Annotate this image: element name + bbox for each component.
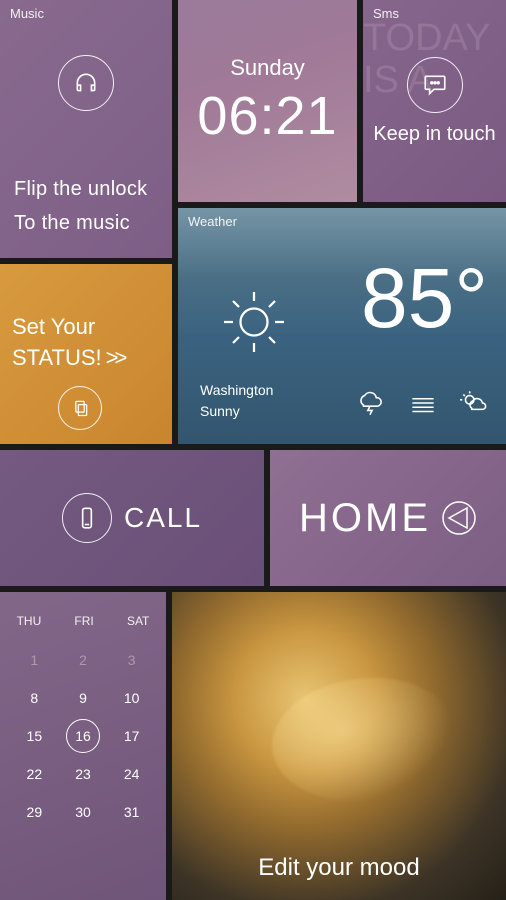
status-arrows: >>	[106, 345, 124, 370]
music-line2: To the music	[14, 206, 162, 240]
fog-icon	[406, 389, 440, 422]
clock-day: Sunday	[230, 55, 305, 81]
weather-temp: 85°	[361, 250, 488, 347]
phone-icon	[62, 493, 112, 543]
calendar-grid: 123 8910 15 16 17 222324 293031	[10, 652, 156, 820]
music-label: Music	[10, 6, 44, 21]
document-icon	[58, 386, 102, 430]
cal-header-sat: SAT	[127, 614, 149, 628]
calendar-today: 16	[59, 728, 108, 744]
music-tile[interactable]: Music Flip the unlock To the music	[0, 0, 172, 258]
status-line1: Set Your	[12, 312, 123, 343]
status-line2: STATUS!	[12, 345, 102, 370]
weather-condition: Sunny	[200, 401, 273, 422]
headphones-icon	[58, 55, 114, 111]
cal-header-thu: THU	[17, 614, 42, 628]
weather-tile[interactable]: Weather 85° Washington Sunny	[178, 208, 506, 444]
clock-tile[interactable]: Sunday 06:21	[178, 0, 357, 202]
leaf-image	[261, 660, 466, 819]
weather-label: Weather	[188, 214, 237, 229]
call-tile[interactable]: CALL	[0, 450, 264, 586]
call-text: CALL	[124, 502, 202, 534]
sms-tile[interactable]: Sms TODAY IS A Keep in touch	[363, 0, 506, 202]
music-line1: Flip the unlock	[14, 172, 162, 206]
mood-tile[interactable]: Edit your mood	[172, 592, 506, 900]
weather-city: Washington	[200, 380, 273, 401]
status-tile[interactable]: Set Your STATUS!>>	[0, 264, 172, 444]
mood-text: Edit your mood	[172, 854, 506, 882]
home-tile[interactable]: HOME	[270, 450, 506, 586]
sms-text: Keep in touch	[373, 123, 495, 146]
partly-cloudy-icon	[458, 389, 492, 422]
clock-time: 06:21	[197, 85, 337, 147]
sms-bg-text: TODAY IS A	[363, 18, 506, 102]
home-text: HOME	[299, 496, 431, 541]
cal-header-fri: FRI	[74, 614, 93, 628]
sun-icon	[218, 286, 290, 363]
calendar-tile[interactable]: THU FRI SAT 123 8910 15 16 17 222324 293…	[0, 592, 166, 900]
back-arrow-icon	[441, 500, 477, 536]
storm-icon	[354, 389, 388, 422]
